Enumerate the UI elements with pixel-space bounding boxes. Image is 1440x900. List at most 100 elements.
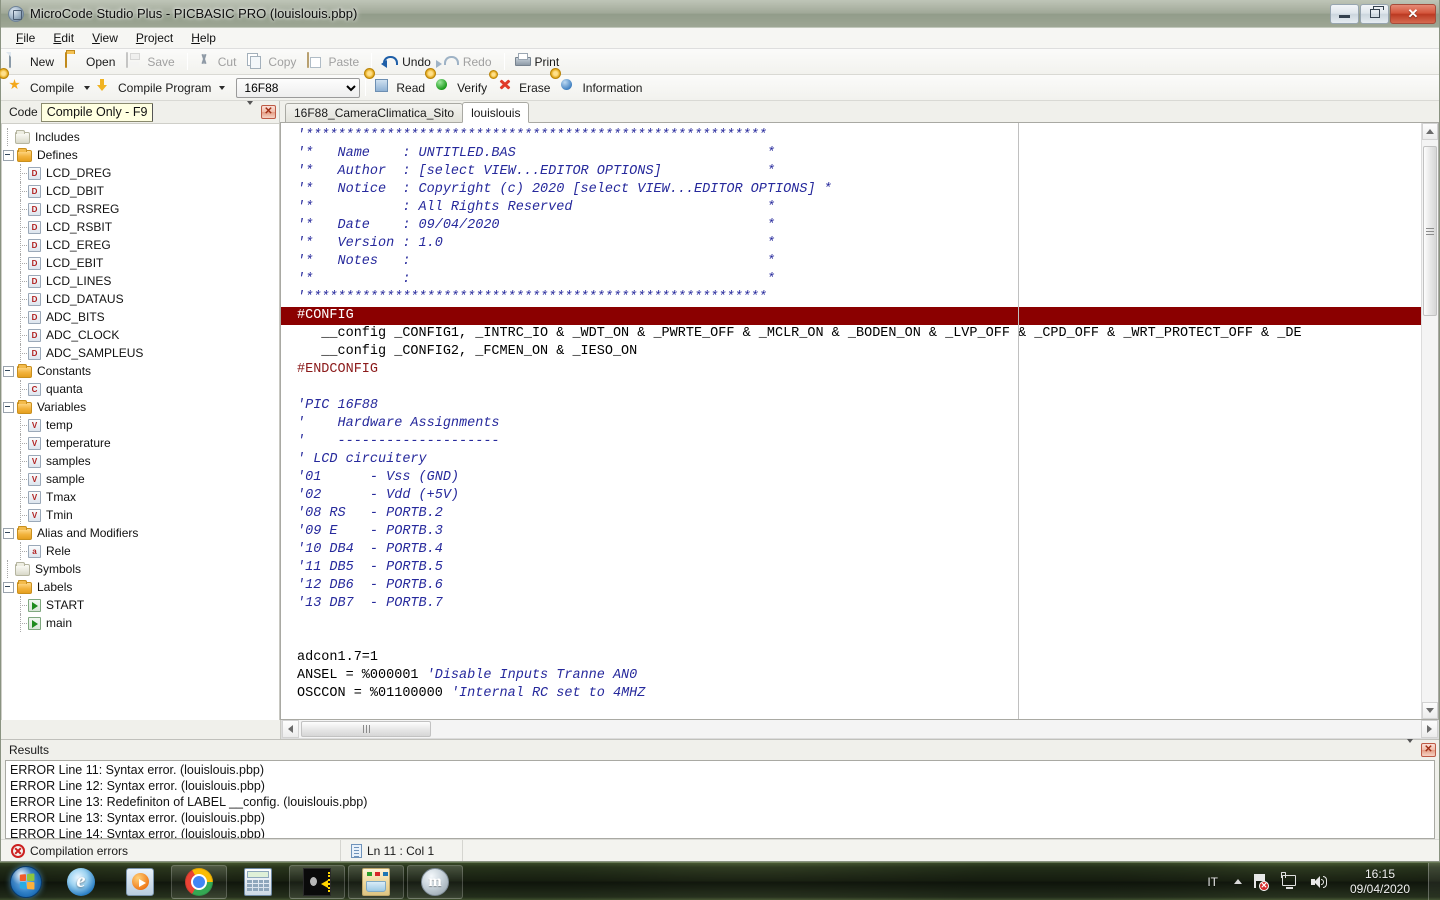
code-line[interactable]: 'PIC 16F88 <box>297 397 1421 415</box>
code-line[interactable]: '* Notice : Copyright (c) 2020 [select V… <box>297 181 1421 199</box>
compile-program-button[interactable]: Compile Program <box>93 77 232 99</box>
show-desktop-button[interactable] <box>1428 863 1440 900</box>
taskbar-calculator[interactable] <box>230 865 286 899</box>
close-button[interactable]: ✕ <box>1390 4 1436 24</box>
tree-item-main[interactable]: main <box>2 614 279 632</box>
tree-item-lcd-ebit[interactable]: DLCD_EBIT <box>2 254 279 272</box>
tree-item-defines[interactable]: Defines <box>2 146 279 164</box>
tree-item-samples[interactable]: Vsamples <box>2 452 279 470</box>
copy-button[interactable]: Copy <box>243 51 303 73</box>
tree-item-labels[interactable]: Labels <box>2 578 279 596</box>
menu-edit[interactable]: Edit <box>44 29 83 47</box>
code-line[interactable]: '* Notes : * <box>297 253 1421 271</box>
collapse-toggle-icon[interactable] <box>2 527 15 540</box>
tree-item-sample[interactable]: Vsample <box>2 470 279 488</box>
code-line[interactable]: ' Hardware Assignments <box>297 415 1421 433</box>
code-line[interactable] <box>297 613 1421 631</box>
show-hidden-icons-icon[interactable] <box>1228 879 1248 884</box>
collapse-toggle-icon[interactable] <box>2 365 15 378</box>
editor-vertical-scrollbar[interactable] <box>1421 123 1438 719</box>
tree-item-constants[interactable]: Constants <box>2 362 279 380</box>
code-line[interactable]: '* Name : UNTITLED.BAS * <box>297 145 1421 163</box>
compile-button[interactable]: Compile <box>5 77 81 99</box>
horizontal-scroll-thumb[interactable] <box>301 721 431 737</box>
collapse-toggle-icon[interactable] <box>2 581 15 594</box>
code-line[interactable]: #ENDCONFIG <box>297 361 1421 379</box>
code-line[interactable]: ANSEL = %000001 'Disable Inputs Tranne A… <box>297 667 1421 685</box>
code-line[interactable]: ' -------------------- <box>297 433 1421 451</box>
taskbar-windows-media-player[interactable] <box>112 865 168 899</box>
result-error-line[interactable]: ERROR Line 13: Redefiniton of LABEL __co… <box>6 794 1434 810</box>
results-menu-button[interactable] <box>1407 743 1413 757</box>
taskbar-microcode-studio[interactable] <box>289 865 345 899</box>
code-viewport[interactable]: '***************************************… <box>281 123 1421 719</box>
paste-button[interactable]: Paste <box>303 51 366 73</box>
restore-button[interactable] <box>1360 4 1389 24</box>
scroll-up-button[interactable] <box>1422 123 1438 140</box>
vertical-scroll-thumb[interactable] <box>1423 146 1437 316</box>
tree-item-lcd-dreg[interactable]: DLCD_DREG <box>2 164 279 182</box>
information-button[interactable]: Information <box>557 77 649 99</box>
cut-button[interactable]: Cut <box>193 51 244 73</box>
read-button[interactable]: Read <box>371 77 432 99</box>
tree-item-adc-bits[interactable]: DADC_BITS <box>2 308 279 326</box>
menu-project[interactable]: Project <box>127 29 182 47</box>
open-button[interactable]: Open <box>61 51 122 73</box>
menu-file[interactable]: File <box>7 29 44 47</box>
tree-item-quanta[interactable]: Cquanta <box>2 380 279 398</box>
tree-item-adc-clock[interactable]: DADC_CLOCK <box>2 326 279 344</box>
code-line[interactable]: '* : * <box>297 271 1421 289</box>
code-line[interactable] <box>297 631 1421 649</box>
volume-speaker-icon[interactable] <box>1307 871 1329 893</box>
tree-item-tmin[interactable]: VTmin <box>2 506 279 524</box>
editor-horizontal-scrollbar[interactable] <box>281 720 1439 739</box>
tree-item-lcd-rsreg[interactable]: DLCD_RSREG <box>2 200 279 218</box>
tree-item-lcd-dataus[interactable]: DLCD_DATAUS <box>2 290 279 308</box>
erase-button[interactable]: Erase <box>494 77 557 99</box>
collapse-toggle-icon[interactable] <box>2 401 15 414</box>
code-explorer-close-button[interactable]: ✕ <box>261 105 276 119</box>
code-line[interactable]: '* Author : [select VIEW...EDITOR OPTION… <box>297 163 1421 181</box>
tree-item-lcd-rsbit[interactable]: DLCD_RSBIT <box>2 218 279 236</box>
code-line[interactable]: '09 E - PORTB.3 <box>297 523 1421 541</box>
start-button[interactable] <box>2 865 50 899</box>
code-explorer-tree[interactable]: IncludesDefinesDLCD_DREGDLCD_DBITDLCD_RS… <box>1 123 279 720</box>
taskbar-internet-explorer[interactable]: e <box>53 865 109 899</box>
code-line[interactable]: '* Date : 09/04/2020 * <box>297 217 1421 235</box>
taskbar-google-chrome[interactable] <box>171 865 227 899</box>
code-line[interactable]: ' LCD circuitery <box>297 451 1421 469</box>
code-line[interactable]: adcon1.7=1 <box>297 649 1421 667</box>
save-button[interactable]: Save <box>122 51 181 73</box>
code-line[interactable]: __config _CONFIG2, _FCMEN_ON & _IESO_ON <box>297 343 1421 361</box>
tree-item-temperature[interactable]: Vtemperature <box>2 434 279 452</box>
code-line[interactable]: '12 DB6 - PORTB.6 <box>297 577 1421 595</box>
compile-dropdown-button[interactable] <box>81 78 93 98</box>
code-explorer-menu-button[interactable] <box>247 105 253 119</box>
result-error-line[interactable]: ERROR Line 11: Syntax error. (louislouis… <box>6 762 1434 778</box>
code-line[interactable]: '10 DB4 - PORTB.4 <box>297 541 1421 559</box>
results-close-button[interactable]: ✕ <box>1421 743 1436 757</box>
result-error-line[interactable]: ERROR Line 14: Syntax error. (louislouis… <box>6 826 1434 839</box>
code-line[interactable]: '11 DB5 - PORTB.5 <box>297 559 1421 577</box>
taskbar-windows-explorer[interactable] <box>348 865 404 899</box>
redo-button[interactable]: Redo <box>438 51 499 73</box>
taskbar-clock[interactable]: 16:15 09/04/2020 <box>1332 863 1428 900</box>
verify-button[interactable]: Verify <box>432 77 494 99</box>
tab-16f88-cameraclimatica-sito[interactable]: 16F88_CameraClimatica_Sito <box>285 103 463 122</box>
vertical-scroll-track[interactable] <box>1422 140 1438 702</box>
code-text[interactable]: '***************************************… <box>281 123 1421 703</box>
code-line[interactable]: #CONFIG <box>281 307 1421 325</box>
tree-item-alias-and-modifiers[interactable]: Alias and Modifiers <box>2 524 279 542</box>
menu-view[interactable]: View <box>83 29 127 47</box>
tree-item-variables[interactable]: Variables <box>2 398 279 416</box>
taskbar-mediamonkey[interactable]: m <box>407 865 463 899</box>
scroll-left-button[interactable] <box>282 720 299 738</box>
code-line[interactable] <box>297 379 1421 397</box>
scroll-down-button[interactable] <box>1422 702 1438 719</box>
tree-item-start[interactable]: START <box>2 596 279 614</box>
code-line[interactable]: '* Version : 1.0 * <box>297 235 1421 253</box>
tree-item-symbols[interactable]: Symbols <box>2 560 279 578</box>
code-line[interactable]: '13 DB7 - PORTB.7 <box>297 595 1421 613</box>
device-select[interactable]: 16F88 <box>236 78 360 98</box>
display-monitor-icon[interactable] <box>1279 871 1301 893</box>
